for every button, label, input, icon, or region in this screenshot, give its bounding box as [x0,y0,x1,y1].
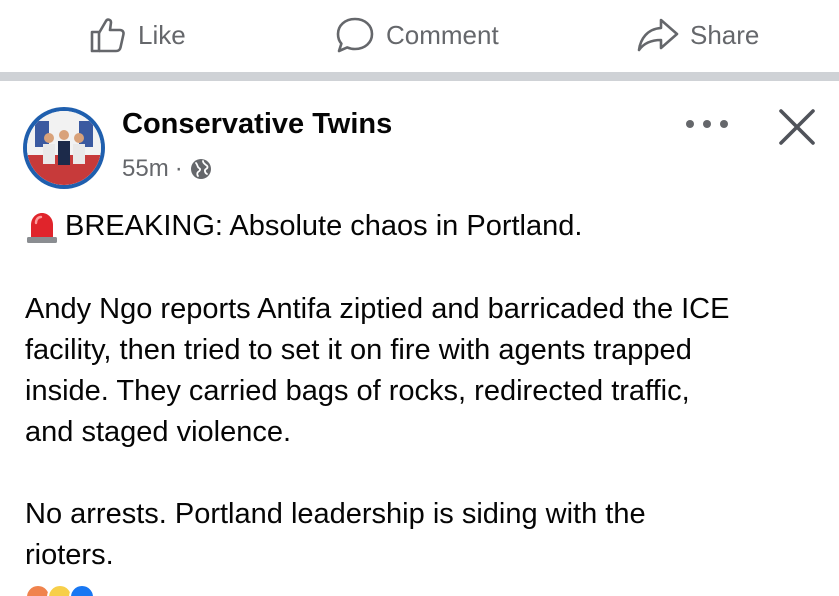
like-button[interactable]: Like [88,14,186,56]
post-timestamp[interactable]: 55m [122,155,169,183]
comment-button[interactable]: Comment [334,14,499,56]
section-divider [0,72,839,81]
globe-icon [190,159,211,179]
share-arrow-icon [637,18,679,52]
share-label: Share [690,19,760,50]
speech-bubble-icon [336,17,374,53]
author-name[interactable]: Conservative Twins [122,108,392,141]
body-line: Andy Ngo reports Antifa ziptied and barr… [25,293,730,325]
body-line: facility, then tried to set it on fire w… [25,334,692,366]
like-label: Like [138,19,186,50]
avatar-photo [27,111,101,185]
post-closing-paragraph: No arrests. Portland leadership is sidin… [25,494,646,576]
author-avatar[interactable] [23,107,105,189]
post-meta: 55m · [122,154,213,184]
closing-line: rioters. [25,539,114,571]
body-line: and staged violence. [25,416,292,448]
post-action-bar: Like Comment Share [0,0,839,72]
post-body-paragraph: Andy Ngo reports Antifa ziptied and barr… [25,289,729,453]
comment-label: Comment [386,19,499,50]
post-headline: BREAKING: Absolute chaos in Portland. [25,206,582,247]
facebook-post-view: Like Comment Share Conservative Twins 55… [0,0,839,596]
more-options-icon[interactable] [686,110,728,138]
body-line: inside. They carried bags of rocks, redi… [25,375,690,407]
reaction-like-icon [69,584,95,596]
close-icon[interactable] [776,106,818,148]
meta-separator: · [174,155,183,182]
closing-line: No arrests. Portland leadership is sidin… [25,498,646,530]
headline-text: BREAKING: Absolute chaos in Portland. [65,210,583,242]
siren-emoji-icon [27,212,57,243]
share-button[interactable]: Share [636,14,759,56]
thumbs-up-icon [90,18,125,53]
